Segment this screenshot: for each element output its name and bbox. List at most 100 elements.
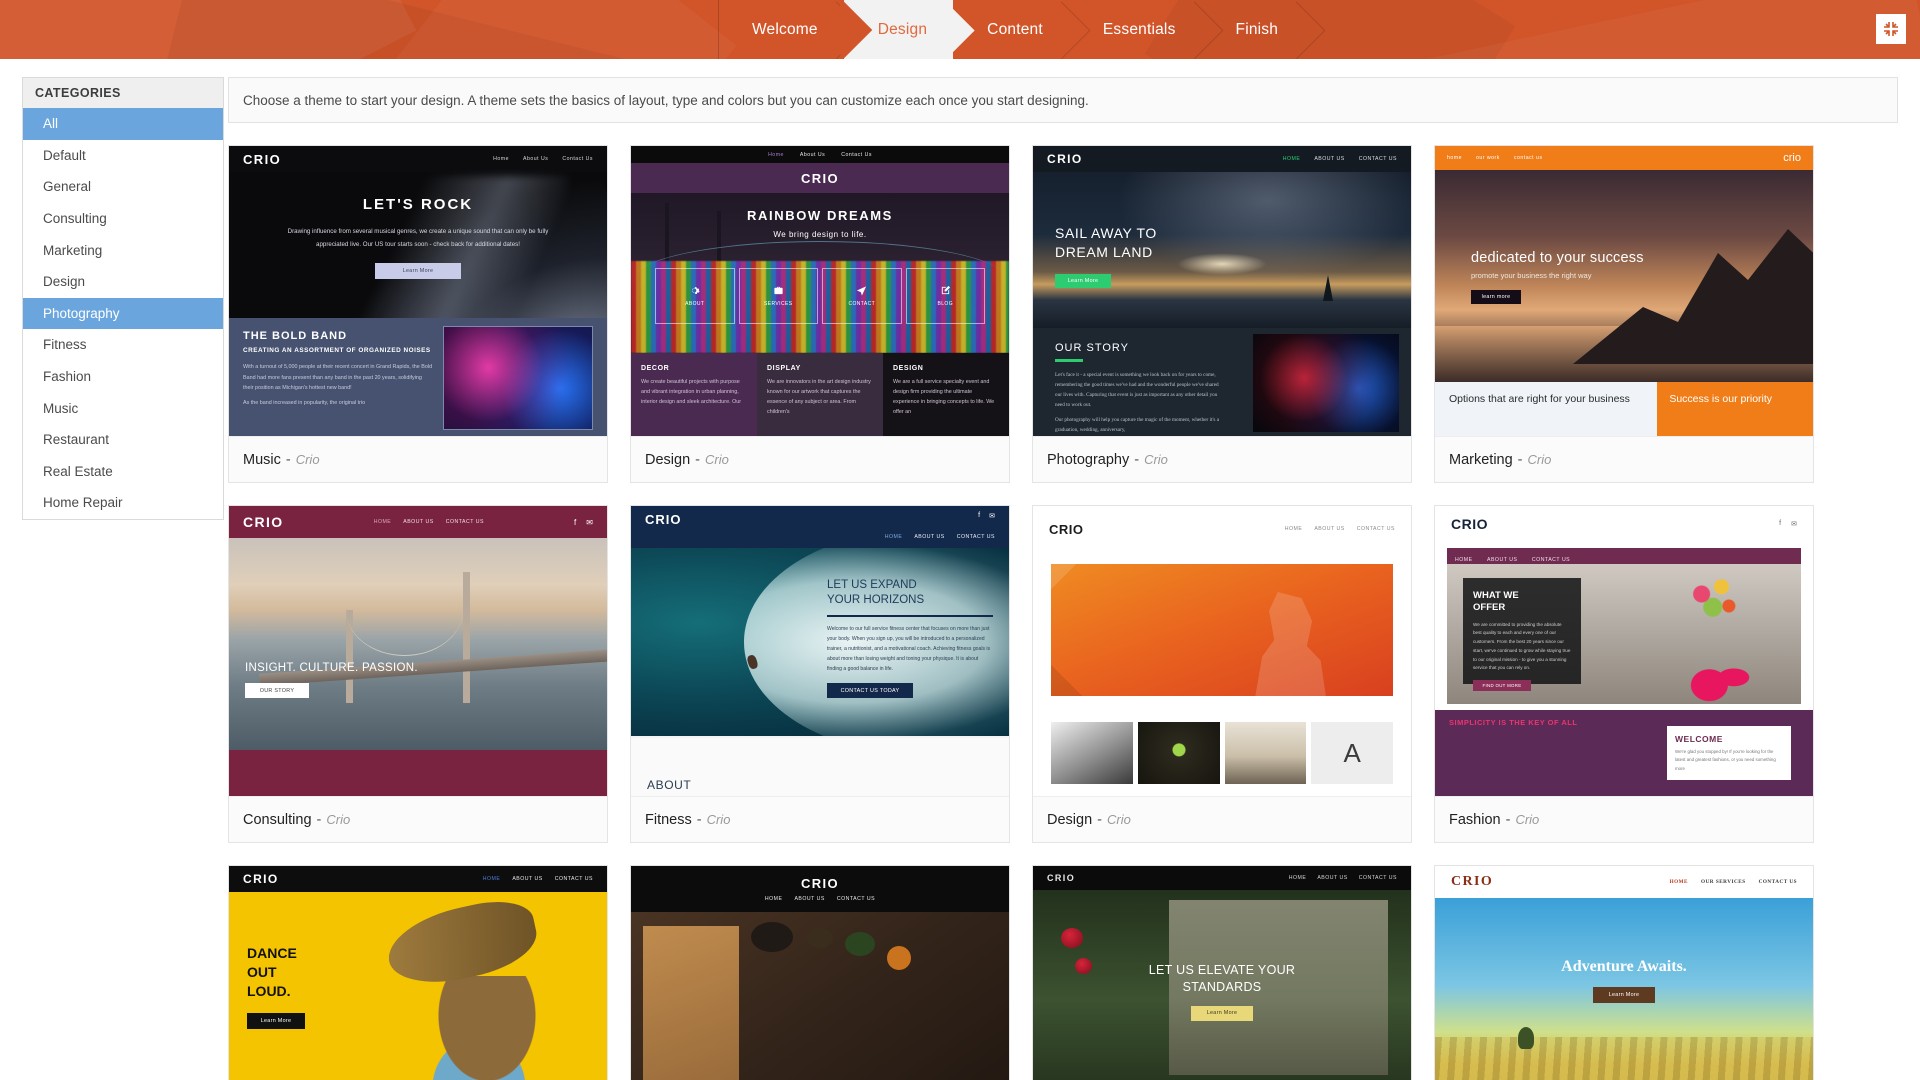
sidebar-item-fitness[interactable]: Fitness <box>23 329 223 361</box>
theme-card-consulting[interactable]: CRIO HOME ABOUT US CONTACT US f ✉ INSIGH… <box>228 505 608 843</box>
twitter-icon: ✉ <box>989 513 995 520</box>
theme-thumbnail: CRIO HOME ABOUT US CONTACT US <box>1033 146 1411 436</box>
site-section-body: Let's face it - a special event is somet… <box>1055 371 1219 408</box>
site-headline: STANDARDS <box>1182 979 1262 994</box>
gear-icon <box>692 287 700 294</box>
decor-photo <box>443 326 593 430</box>
wizard-step-label: Essentials <box>1102 20 1176 38</box>
site-nav-item: Home <box>493 156 509 162</box>
site-cta-button: OUR STORY <box>245 683 309 698</box>
label-separator: - <box>285 451 291 468</box>
site-cta-button: Learn More <box>1191 1005 1253 1021</box>
site-nav-item: HOME <box>1282 156 1301 162</box>
theme-vendor: Crio <box>704 452 729 467</box>
site-body: Welcome to our full service fitness cent… <box>827 625 991 672</box>
theme-thumbnail: CRIO HOME ABOUT US CONTACT US <box>631 866 1009 1080</box>
theme-name: Consulting <box>243 811 312 828</box>
site-headline: LET US ELEVATE YOUR <box>1148 963 1296 977</box>
site-nav-item: Home <box>768 151 784 158</box>
decor-photo <box>1253 334 1399 432</box>
theme-card-label: Photography - Crio <box>1033 436 1411 482</box>
theme-card-home-repair[interactable]: CRIO HOME OUR SERVICES CONTACT US Advent… <box>1434 865 1814 1080</box>
site-nav-item: HOME <box>1288 875 1307 881</box>
site-nav-item: HOME <box>884 534 903 540</box>
theme-card-photography[interactable]: CRIO HOME ABOUT US CONTACT US SAIL AWAY … <box>1032 145 1412 483</box>
sidebar-item-home-repair[interactable]: Home Repair <box>23 487 223 519</box>
sidebar-item-marketing[interactable]: Marketing <box>23 234 223 266</box>
sidebar-item-default[interactable]: Default <box>23 140 223 172</box>
site-banner: SIMPLICITY IS THE KEY OF ALL <box>1449 718 1578 727</box>
sidebar-item-consulting[interactable]: Consulting <box>23 203 223 235</box>
sidebar-item-general[interactable]: General <box>23 171 223 203</box>
sidebar-item-music[interactable]: Music <box>23 392 223 424</box>
site-panel-title: WHAT WE <box>1473 590 1519 601</box>
theme-name: Music <box>243 451 281 468</box>
theme-thumbnail: home our work contact us crio dedicated … <box>1435 146 1813 436</box>
label-separator: - <box>1505 811 1511 828</box>
site-nav-item: ABOUT US <box>512 876 543 882</box>
label-separator: - <box>1517 451 1523 468</box>
site-nav-item: CONTACT US <box>1758 879 1797 885</box>
theme-thumbnail: CRIO HOME OUR SERVICES CONTACT US Advent… <box>1435 866 1813 1080</box>
site-logo: CRIO <box>1047 873 1076 883</box>
site-column-title: DECOR <box>641 365 670 372</box>
theme-card-real-estate[interactable]: CRIO HOME ABOUT US CONTACT US LET US ELE… <box>1032 865 1412 1080</box>
theme-thumbnail: Home About Us Contact Us CRIO RAINBOW DR… <box>631 146 1009 436</box>
theme-card-fashion[interactable]: CRIO f ✉ HOME ABOUT US CONTACT US WHAT W… <box>1434 505 1814 843</box>
collapse-fullscreen-icon <box>1884 22 1898 36</box>
briefcase-icon <box>774 286 783 295</box>
theme-card-music-2[interactable]: CRIO HOME ABOUT US CONTACT US DANCE OUT … <box>228 865 608 1080</box>
wizard-step-design[interactable]: Design <box>843 0 954 59</box>
wizard-step-label: Finish <box>1235 20 1279 38</box>
site-logo: CRIO <box>243 872 279 886</box>
theme-card-music[interactable]: CRIO Home About Us Contact Us LET'S ROCK… <box>228 145 608 483</box>
site-logo: CRIO <box>645 512 682 527</box>
site-nav-item: OUR SERVICES <box>1701 879 1746 885</box>
instruction-banner: Choose a theme to start your design. A t… <box>228 77 1898 123</box>
theme-card-marketing[interactable]: home our work contact us crio dedicated … <box>1434 145 1814 483</box>
theme-card-label: Fashion - Crio <box>1435 796 1813 842</box>
site-nav-item: ABOUT US <box>403 519 434 525</box>
site-nav-item: HOME <box>1669 879 1689 885</box>
site-nav-item: CONTACT US <box>445 519 484 525</box>
label-separator: - <box>1097 811 1102 828</box>
wizard-step-label: Welcome <box>752 20 818 38</box>
site-nav-item: ABOUT US <box>794 896 825 902</box>
site-nav-item: About Us <box>799 151 826 158</box>
theme-card-fitness[interactable]: CRIO f ✉ HOME ABOUT US CONTACT US LET US… <box>630 505 1010 843</box>
sidebar-item-restaurant[interactable]: Restaurant <box>23 424 223 456</box>
site-nav-item: ABOUT US <box>1314 156 1345 162</box>
pencil-square-icon <box>941 285 950 295</box>
theme-name: Design <box>1047 811 1093 828</box>
site-subheadline: promote your business the right way <box>1471 271 1592 280</box>
site-panel-title: Options that are right for your business <box>1449 393 1630 405</box>
theme-name: Fitness <box>645 811 692 828</box>
theme-vendor: Crio <box>1106 812 1131 827</box>
site-welcome-title: WELCOME <box>1675 734 1723 744</box>
twitter-icon: ✉ <box>1791 521 1797 528</box>
site-section-title: ABOUT <box>647 778 692 792</box>
site-nav-item: HOME <box>764 896 783 902</box>
theme-grid: CRIO Home About Us Contact Us LET'S ROCK… <box>228 145 1898 1080</box>
sidebar-item-all[interactable]: All <box>23 108 223 140</box>
collapse-fullscreen-button[interactable] <box>1876 14 1906 44</box>
wizard-header: Welcome Design Content Essentials Finish <box>0 0 1920 59</box>
wizard-step-label: Content <box>987 20 1043 38</box>
theme-card-restaurant[interactable]: CRIO HOME ABOUT US CONTACT US <box>630 865 1010 1080</box>
theme-vendor: Crio <box>295 452 320 467</box>
sidebar-item-design[interactable]: Design <box>23 266 223 298</box>
theme-card-design[interactable]: Home About Us Contact Us CRIO RAINBOW DR… <box>630 145 1010 483</box>
sidebar-item-real-estate[interactable]: Real Estate <box>23 456 223 488</box>
sidebar-item-fashion[interactable]: Fashion <box>23 361 223 393</box>
theme-vendor: Crio <box>1527 452 1552 467</box>
theme-card-design-2[interactable]: CRIO HOME ABOUT US CONTACT US A Design -… <box>1032 505 1412 843</box>
site-nav-item: CONTACT US <box>1356 526 1395 532</box>
site-tile-services: SERVICES <box>738 268 818 324</box>
site-headline: INSIGHT. CULTURE. PASSION. <box>245 662 418 674</box>
twitter-icon: ✉ <box>586 517 593 527</box>
site-nav-item: HOME <box>1455 557 1473 563</box>
page-body: CATEGORIES All Default General Consultin… <box>0 59 1920 1080</box>
sidebar-item-photography[interactable]: Photography <box>23 297 223 330</box>
site-nav-item: Contact Us <box>841 151 872 158</box>
site-body: Drawing influence from several musical g… <box>287 228 549 249</box>
